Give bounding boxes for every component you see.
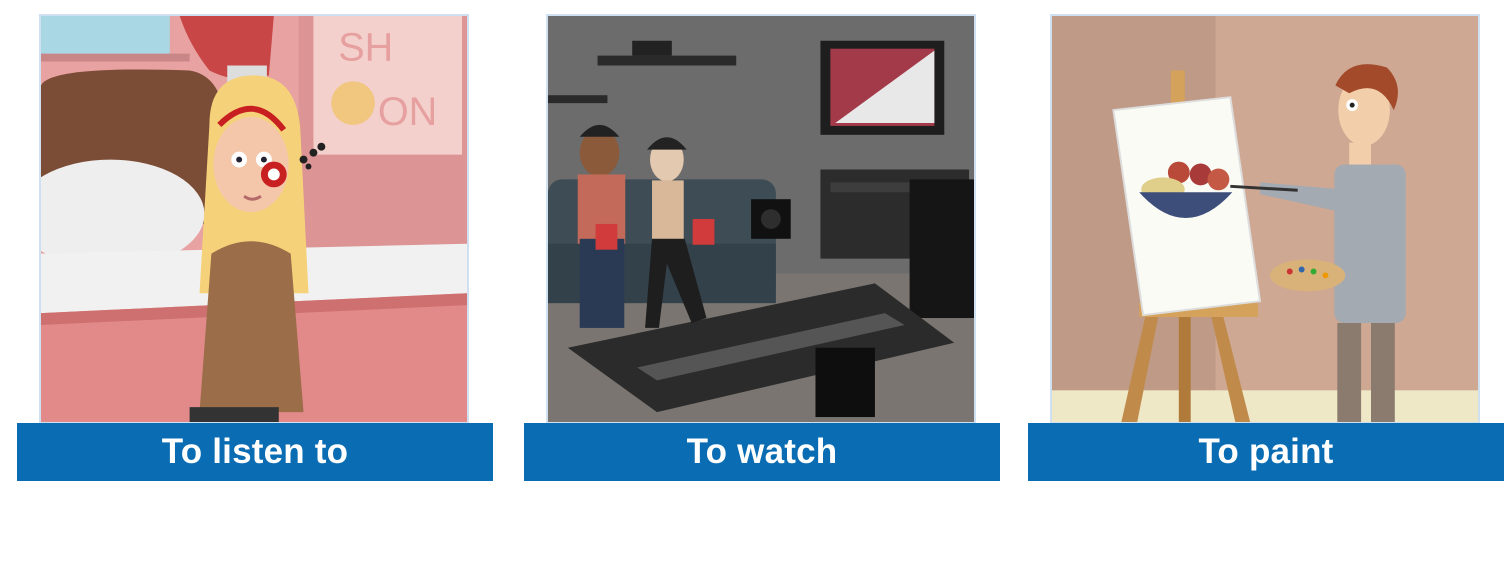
label-listen: To listen to <box>17 423 493 481</box>
man-painting-on-easel-illustration <box>1050 14 1480 424</box>
svg-text:SH: SH <box>338 26 393 70</box>
label-watch: To watch <box>524 423 1000 481</box>
label-paint: To paint <box>1028 423 1504 481</box>
card-listen[interactable]: SH ON To listen to <box>17 14 493 482</box>
couple-watching-tv-illustration <box>546 14 976 424</box>
card-watch[interactable]: To watch <box>524 14 1000 482</box>
card-paint[interactable]: To paint <box>1028 14 1504 482</box>
girl-with-headphones-illustration: SH ON <box>39 14 469 424</box>
svg-text:ON: ON <box>378 90 437 134</box>
